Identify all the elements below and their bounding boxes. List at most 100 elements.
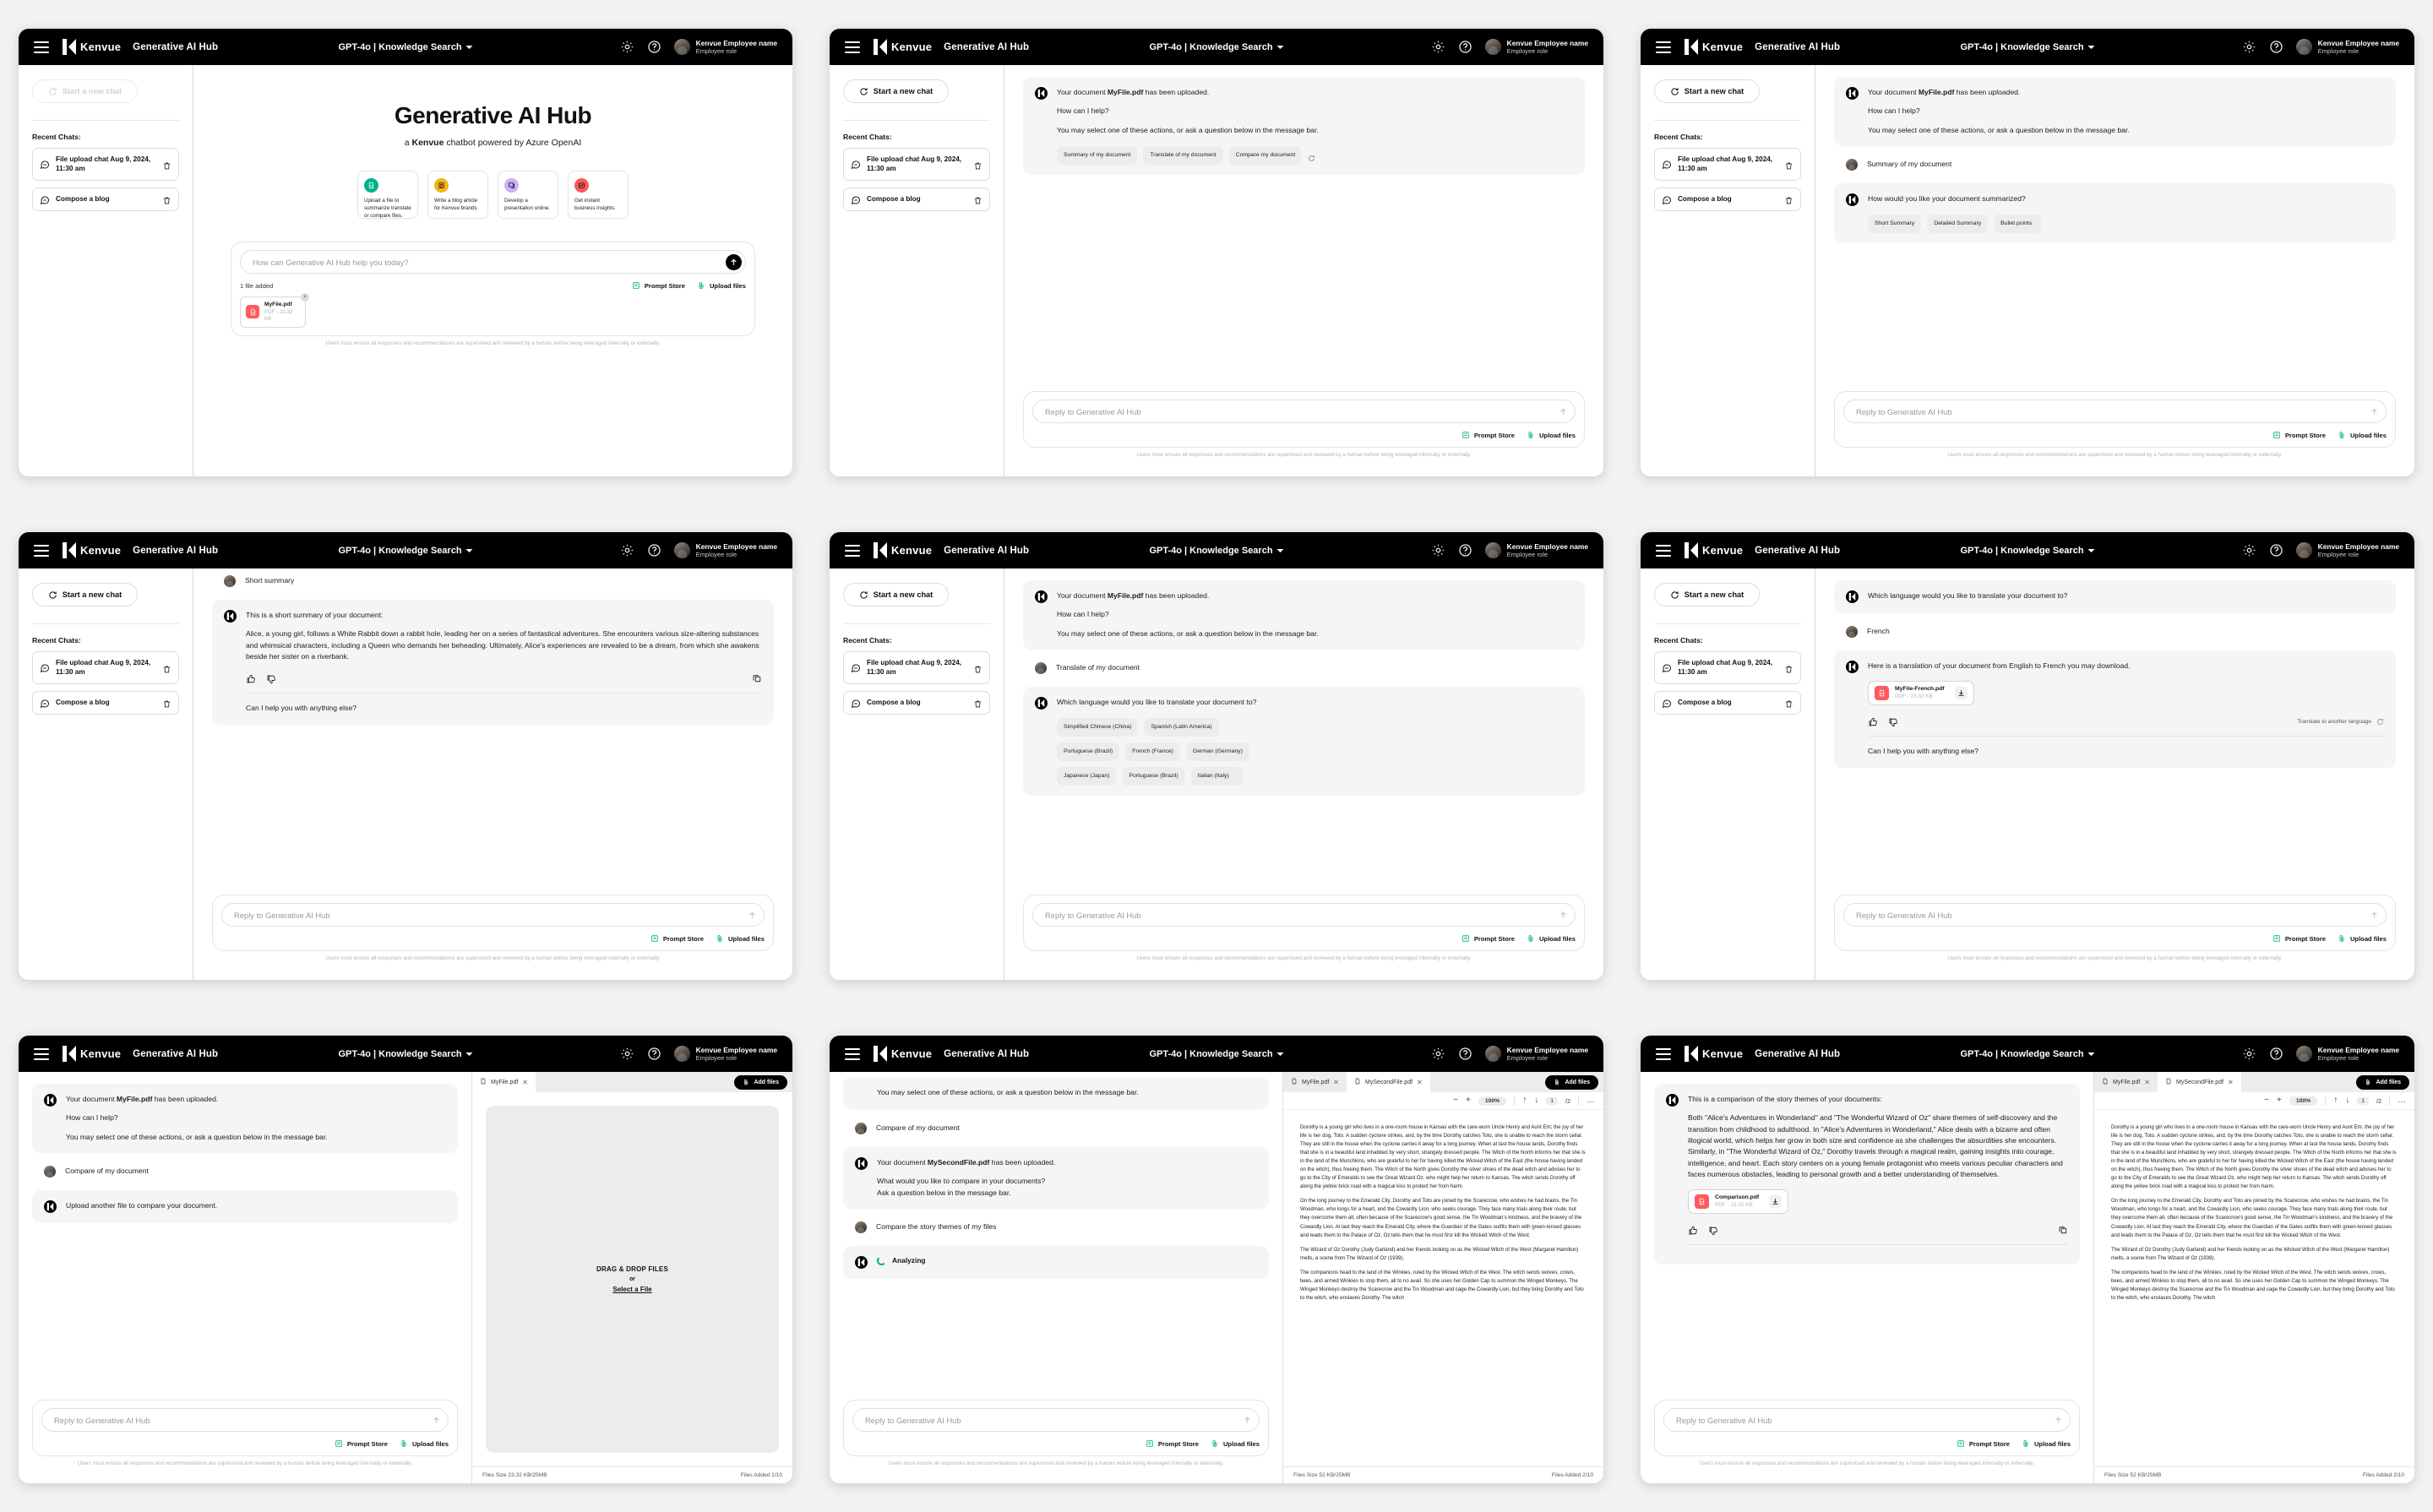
model-selector[interactable]: GPT-4o | Knowledge Search: [338, 1049, 473, 1059]
message-input[interactable]: [54, 1415, 428, 1425]
hamburger-icon[interactable]: [845, 1047, 860, 1060]
sidebar-chat-item[interactable]: Compose a blog: [32, 690, 179, 715]
hamburger-icon[interactable]: [845, 41, 860, 53]
help-circle-icon[interactable]: [2269, 543, 2283, 557]
trash-icon[interactable]: [973, 698, 982, 708]
model-selector[interactable]: GPT-4o | Knowledge Search: [1960, 42, 2095, 52]
model-selector[interactable]: GPT-4o | Knowledge Search: [1149, 546, 1284, 556]
thumbs-up-icon[interactable]: [246, 673, 256, 683]
close-icon[interactable]: ✕: [2228, 1079, 2234, 1086]
option-translate[interactable]: Translate of my document: [1143, 145, 1223, 165]
page-up-button[interactable]: ↑: [2333, 1096, 2338, 1105]
message-input[interactable]: [1045, 406, 1555, 416]
send-button[interactable]: [1555, 906, 1571, 923]
model-selector[interactable]: GPT-4o | Knowledge Search: [1960, 1049, 2095, 1059]
upload-files-button[interactable]: Upload files: [1527, 934, 1576, 943]
send-button[interactable]: [1555, 403, 1571, 420]
download-icon[interactable]: [1954, 687, 1968, 700]
prompt-store-button[interactable]: Prompt Store: [1146, 1439, 1199, 1448]
viewer-tab-myfile[interactable]: MyFile.pdf ✕: [2094, 1072, 2158, 1092]
hamburger-icon[interactable]: [845, 544, 860, 557]
sidebar-chat-item[interactable]: File upload chat Aug 9, 2024, 11:30 am: [843, 651, 990, 684]
user-profile[interactable]: Kenvue Employee name Employee role: [673, 39, 777, 56]
start-new-chat-button[interactable]: Start a new chat: [32, 583, 138, 606]
user-profile[interactable]: Kenvue Employee name Employee role: [1484, 1046, 1588, 1063]
sidebar-chat-item[interactable]: Compose a blog: [843, 690, 990, 715]
trash-icon[interactable]: [1784, 194, 1793, 204]
message-input-wrap[interactable]: [1843, 400, 2387, 424]
send-button[interactable]: [2366, 906, 2382, 923]
help-circle-icon[interactable]: [1458, 1047, 1472, 1061]
gear-icon[interactable]: [620, 1047, 634, 1061]
language-option[interactable]: Simplified Chinese (China): [1057, 718, 1139, 737]
gear-icon[interactable]: [1431, 1047, 1445, 1061]
message-input[interactable]: [1045, 910, 1555, 920]
hamburger-icon[interactable]: [34, 1047, 49, 1060]
refresh-options-icon[interactable]: [1308, 151, 1315, 162]
attached-file-chip[interactable]: × MyFile.pdf PDF - 23.32 KB: [240, 293, 309, 328]
sidebar-chat-item[interactable]: File upload chat Aug 9, 2024, 11:30 am: [1654, 651, 1801, 684]
user-profile[interactable]: Kenvue Employee name Employee role: [2295, 542, 2399, 559]
trash-icon[interactable]: [973, 160, 982, 170]
upload-files-button[interactable]: Upload files: [697, 281, 746, 290]
user-profile[interactable]: Kenvue Employee name Employee role: [673, 542, 777, 559]
start-new-chat-button[interactable]: Start a new chat: [1654, 583, 1760, 606]
trash-icon[interactable]: [1784, 698, 1793, 708]
hamburger-icon[interactable]: [34, 544, 49, 557]
viewer-tab-myfile[interactable]: MyFile.pdf ✕: [472, 1072, 536, 1092]
upload-files-button[interactable]: Upload files: [2022, 1439, 2071, 1448]
trash-icon[interactable]: [162, 160, 171, 170]
upload-files-button[interactable]: Upload files: [2338, 934, 2387, 943]
message-input-wrap[interactable]: [1843, 903, 2387, 927]
hamburger-icon[interactable]: [1656, 41, 1671, 53]
comparison-file-card[interactable]: Comparison.pdf PDF - 23.32 KB: [1688, 1189, 1789, 1215]
select-a-file-link[interactable]: Select a File: [612, 1286, 651, 1293]
trash-icon[interactable]: [162, 663, 171, 673]
prompt-store-button[interactable]: Prompt Store: [2272, 934, 2326, 943]
page-current[interactable]: 1: [1546, 1096, 1558, 1105]
message-input[interactable]: [1676, 1415, 2050, 1425]
user-profile[interactable]: Kenvue Employee name Employee role: [1484, 542, 1588, 559]
option-compare[interactable]: Compare my document: [1228, 145, 1303, 165]
sidebar-chat-item[interactable]: Compose a blog: [32, 187, 179, 211]
hamburger-icon[interactable]: [1656, 544, 1671, 557]
language-option[interactable]: Portuguese (Brazil): [1057, 742, 1120, 761]
thumbs-down-icon[interactable]: [1888, 716, 1898, 727]
close-icon[interactable]: ×: [301, 293, 309, 302]
start-new-chat-button[interactable]: Start a new chat: [843, 79, 949, 103]
upload-files-button[interactable]: Upload files: [716, 934, 765, 943]
model-selector[interactable]: GPT-4o | Knowledge Search: [1149, 1049, 1284, 1059]
message-input-wrap[interactable]: [1663, 1408, 2071, 1433]
send-button[interactable]: [1239, 1411, 1255, 1428]
suggestion-card[interactable]: Upload a file to summarize translate or …: [357, 171, 418, 219]
prompt-store-button[interactable]: Prompt Store: [1461, 431, 1515, 439]
help-circle-icon[interactable]: [2269, 1047, 2283, 1061]
user-profile[interactable]: Kenvue Employee name Employee role: [1484, 39, 1588, 56]
model-selector[interactable]: GPT-4o | Knowledge Search: [1960, 546, 2095, 556]
thumbs-up-icon[interactable]: [1688, 1225, 1698, 1235]
download-icon[interactable]: [1769, 1195, 1783, 1209]
upload-files-button[interactable]: Upload files: [400, 1439, 449, 1448]
more-options-icon[interactable]: …: [1587, 1096, 1595, 1105]
trash-icon[interactable]: [162, 194, 171, 204]
page-down-button[interactable]: ↓: [1534, 1096, 1538, 1105]
sidebar-chat-item[interactable]: File upload chat Aug 9, 2024, 11:30 am: [1654, 148, 1801, 181]
message-input-wrap[interactable]: [221, 903, 765, 927]
send-button[interactable]: [2366, 403, 2382, 420]
zoom-in-button[interactable]: +: [2277, 1096, 2282, 1105]
option-short-summary[interactable]: Short Summary: [1868, 215, 1922, 234]
prompt-store-button[interactable]: Prompt Store: [650, 934, 704, 943]
zoom-out-button[interactable]: −: [2264, 1096, 2269, 1105]
upload-files-button[interactable]: Upload files: [2338, 431, 2387, 439]
message-input-wrap[interactable]: [1032, 903, 1576, 927]
prompt-store-button[interactable]: Prompt Store: [2272, 431, 2326, 439]
message-input[interactable]: [253, 257, 726, 267]
gear-icon[interactable]: [2242, 1047, 2256, 1061]
send-button[interactable]: [428, 1411, 444, 1428]
zoom-in-button[interactable]: +: [1466, 1096, 1471, 1105]
gear-icon[interactable]: [620, 40, 634, 54]
close-icon[interactable]: ✕: [522, 1079, 528, 1086]
viewer-tab-mysecondfile[interactable]: MySecondFile.pdf ✕: [2158, 1072, 2241, 1092]
viewer-tab-mysecondfile[interactable]: MySecondFile.pdf ✕: [1347, 1072, 1430, 1092]
copy-icon[interactable]: [2058, 1225, 2068, 1235]
